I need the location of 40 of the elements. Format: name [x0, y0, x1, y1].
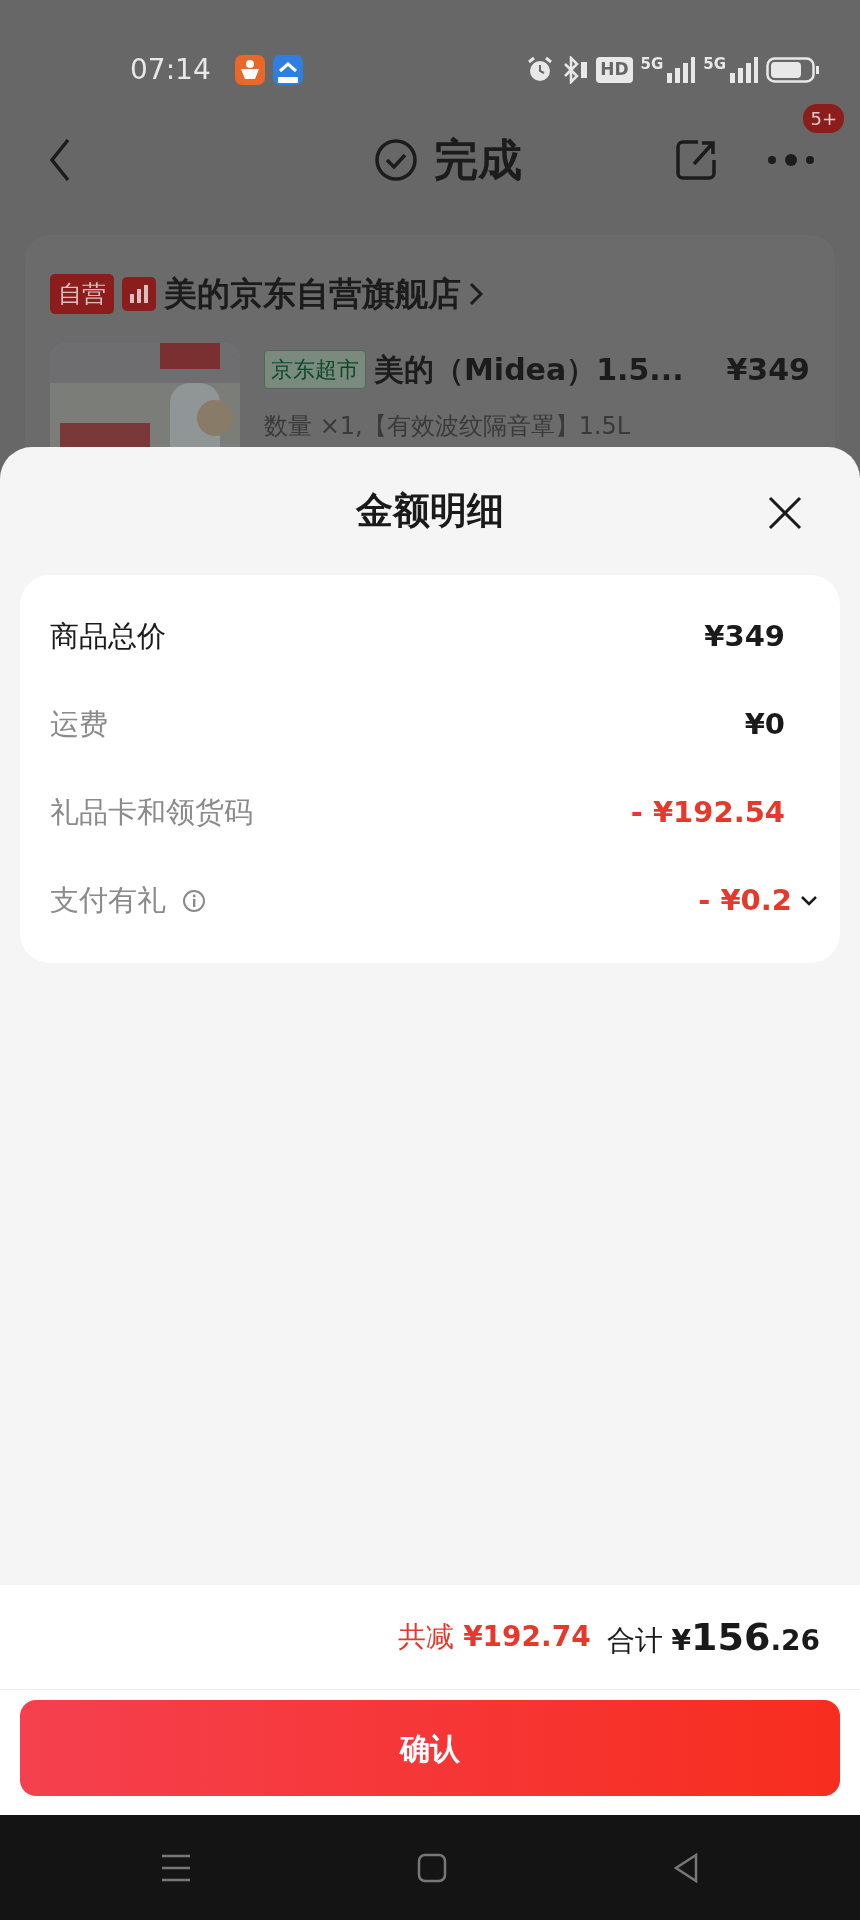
product-title[interactable]: 美的（Midea）1.5...: [374, 346, 684, 392]
row-amount: - ¥0.2: [698, 882, 792, 920]
sheet-title: 金额明细: [356, 488, 504, 535]
page-title: 完成: [434, 133, 522, 187]
row-label: 支付有礼: [50, 882, 166, 920]
info-icon[interactable]: [182, 889, 206, 913]
row-amount: ¥349: [704, 618, 785, 656]
back-icon[interactable]: [48, 138, 72, 182]
product-price: ¥349: [726, 350, 810, 389]
alarm-icon: [526, 56, 555, 84]
row-label: 运费: [50, 706, 108, 744]
signal-indicator: 5G: [640, 57, 696, 83]
row-label: 商品总价: [50, 618, 166, 656]
row-amount: - ¥192.54: [630, 794, 785, 832]
menu-icon[interactable]: [161, 1852, 191, 1883]
notification-badge: 5+: [803, 104, 844, 133]
battery-icon: [766, 57, 820, 83]
chevron-right-icon[interactable]: [469, 281, 483, 306]
signal-indicator: 5G: [703, 57, 758, 83]
status-time: 07:14: [130, 52, 211, 88]
store-tag: 自营: [50, 273, 114, 314]
back-icon[interactable]: [673, 1852, 699, 1883]
store-logo-icon: [122, 276, 156, 311]
bluetooth-icon: [562, 56, 589, 84]
store-name[interactable]: 美的京东自营旗舰店: [164, 269, 461, 319]
home-icon[interactable]: [417, 1852, 447, 1883]
app-notification-icon: [234, 55, 265, 85]
chevron-down-icon[interactable]: [800, 895, 818, 907]
app-notification-icon: [272, 55, 303, 85]
check-circle-icon: [374, 138, 418, 182]
row-amount: ¥0: [744, 706, 785, 744]
close-icon[interactable]: [768, 496, 802, 530]
share-icon[interactable]: [674, 138, 718, 182]
row-label: 礼品卡和领货码: [50, 794, 253, 832]
confirm-button[interactable]: 确认: [20, 1700, 840, 1796]
order-total: 合计 ¥156.26: [606, 1613, 820, 1661]
total-discount: 共减 ¥192.74: [398, 1619, 591, 1655]
product-tag: 京东超市: [264, 349, 366, 389]
hd-voice-indicator: HD: [596, 57, 633, 83]
more-icon[interactable]: [766, 153, 816, 167]
